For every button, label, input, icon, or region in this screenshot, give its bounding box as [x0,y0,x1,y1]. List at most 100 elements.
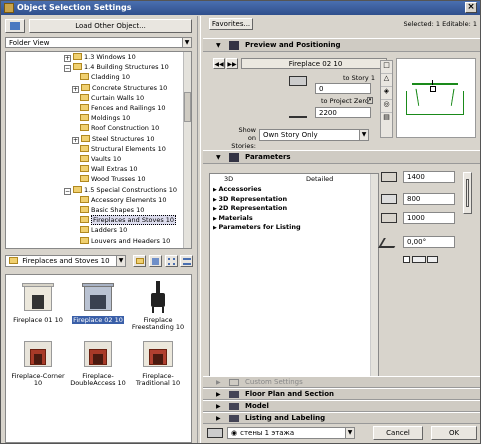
up-folder-button[interactable] [133,255,146,267]
tree-item[interactable]: +1.3 Windows 10 [64,53,136,62]
folder-icon [81,83,90,91]
rotation-angle-input[interactable]: 0,00° [403,236,455,248]
tree-item[interactable]: Wood Trusses 10 [80,175,146,184]
parameters-section-header[interactable]: ▼ Parameters [203,150,480,164]
to-project-zero-input[interactable]: 2200 [315,107,371,118]
tree-item-label: Curtain Walls 10 [91,93,145,102]
object-item[interactable]: Fireplace 01 10 [9,281,67,324]
object-item-selected[interactable]: Fireplace 02 10 [69,281,127,324]
tree-item[interactable]: + Concrete Structures 10 [72,83,167,93]
collapse-icon[interactable]: − [64,65,71,73]
section-title: Custom Settings [245,378,303,386]
small-icons-button[interactable] [165,255,178,267]
tree-item[interactable]: Structural Elements 10 [80,144,166,154]
tree-item[interactable]: Fireplaces and Stoves 10 [80,215,177,226]
tree-item[interactable]: Ladders 10 [80,226,127,235]
parameter-list[interactable]: 3D Detailed ▶ Accessories ▶ 3D Representa… [209,173,379,378]
tree-item[interactable]: Moldings 10 [80,114,130,123]
folder-icon [80,236,89,244]
view-select[interactable]: Folder View ▼ [5,37,192,48]
height-icon [381,213,397,223]
tree-item[interactable]: Fences and Railings 10 [80,104,166,113]
checkbox[interactable] [403,256,410,263]
model-section[interactable]: ▶ Model [203,400,480,412]
object-item[interactable]: Fireplace-Traditional 10 [129,337,187,387]
folder-tree[interactable]: +1.3 Windows 10 − 1.4 Building Structures … [5,51,192,249]
tree-item[interactable]: Louvers and Headers 10 [80,236,170,246]
tree-item-label: 1.5 Special Constructions 10 [84,185,177,194]
ok-button[interactable]: OK [431,426,477,440]
favorites-button[interactable]: Favorites... [209,18,253,30]
show-on-stories-select[interactable]: Own Story Only ▼ [259,129,369,141]
tree-item[interactable]: Vaults 10 [80,155,121,164]
tree-item-label: 1.3 Windows 10 [84,53,136,61]
list-view-icon[interactable]: ▤ [381,113,392,126]
tree-item[interactable]: Wall Extras 10 [80,165,138,174]
cancel-button[interactable]: Cancel [373,426,423,440]
expand-icon[interactable]: + [72,136,79,144]
axon-view-icon[interactable]: ◈ [381,87,392,100]
library-button[interactable] [5,19,25,33]
preview-icon [229,41,239,50]
parameter-group[interactable]: ▶ 3D Representation [213,195,287,205]
close-button[interactable]: × [465,2,477,13]
tree-item[interactable]: + Steel Structures 10 [72,134,155,144]
tree-item-label: Basic Shapes 10 [91,206,145,214]
floor-plan-icon [229,391,239,398]
fireplace-thumbnail [141,337,175,371]
plan-view-icon[interactable]: □ [381,61,392,74]
tree-item[interactable]: − 1.4 Building Structures 10 [64,63,169,73]
folder-select-value: Fireplaces and Stoves 10 [22,257,110,265]
tree-item-label: Roof Construction 10 [91,124,160,133]
scroll-thumb[interactable] [184,92,191,122]
list-view-button[interactable] [180,255,193,267]
parameter-group[interactable]: ▶ Parameters for Listing [213,223,301,233]
collapse-icon[interactable]: − [64,187,71,195]
height-input[interactable]: 1000 [403,212,455,224]
tree-item[interactable]: Roof Construction 10 [80,124,159,133]
object-item[interactable]: Fireplace-Corner 10 [9,337,67,387]
tree-item[interactable]: Accessory Elements 10 [80,195,166,205]
expand-triangle-icon: ▶ [216,415,221,422]
tree-item[interactable]: Basic Shapes 10 [80,206,144,215]
section-title: Parameters [245,153,291,161]
depth-input[interactable]: 800 [403,193,455,205]
section-view-icon[interactable]: △ [381,74,392,87]
parameter-group[interactable]: ▶ Accessories [213,185,262,195]
large-icons-button[interactable] [149,255,162,267]
lock-proportions-button[interactable] [463,172,472,214]
next-object-button[interactable]: ▶▶ [226,58,238,69]
object-item[interactable]: Fireplace Freestanding 10 [129,281,187,331]
tree-item-label: Wood Trusses 10 [91,175,146,184]
previous-object-button[interactable]: ◀◀ [213,58,225,69]
tree-scrollbar[interactable] [183,52,191,248]
parameter-group[interactable]: ▶ 2D Representation [213,204,287,214]
expand-icon[interactable]: + [64,55,71,62]
object-gallery[interactable]: Fireplace 01 10 Fireplace 02 10 Fireplac… [5,274,192,443]
settings-pane: Favorites... Selected: 1 Editable: 1 ▼ P… [203,16,480,443]
tree-item[interactable]: Curtain Walls 10 [80,93,145,103]
custom-settings-section[interactable]: ▶ Custom Settings [203,376,480,388]
load-other-object-button[interactable]: Load Other Object... [29,19,192,33]
folder-icon [80,226,89,234]
depth-icon [381,194,397,204]
floor-plan-section[interactable]: ▶ Floor Plan and Section [203,388,480,400]
parameter-scrollbar[interactable] [370,174,378,377]
tree-item-label: Ladders 10 [91,226,128,235]
preview-section-header[interactable]: ▼ Preview and Positioning [203,38,480,52]
listing-labeling-section[interactable]: ▶ Listing and Labeling [203,412,480,424]
to-story-input[interactable]: 0 [315,83,371,94]
pane-splitter[interactable] [197,16,201,443]
layer-select[interactable]: ◉ стены 1 этажа ▼ [227,427,355,439]
folder-select[interactable]: Fireplaces and Stoves 10 ▼ [5,255,126,267]
3d-view-icon[interactable]: ◎ [381,100,392,113]
expand-icon[interactable]: + [72,85,79,93]
object-preview [396,58,476,138]
parameter-group-label: Accessories [218,185,262,193]
tree-item[interactable]: − 1.5 Special Constructions 10 [64,185,177,195]
object-item[interactable]: Fireplace-DoubleAccess 10 [69,337,127,387]
tree-item[interactable]: Cladding 10 [80,73,130,82]
width-input[interactable]: 1400 [403,171,455,183]
parameter-group[interactable]: ▶ Materials [213,214,253,224]
folder-icon [80,104,89,111]
